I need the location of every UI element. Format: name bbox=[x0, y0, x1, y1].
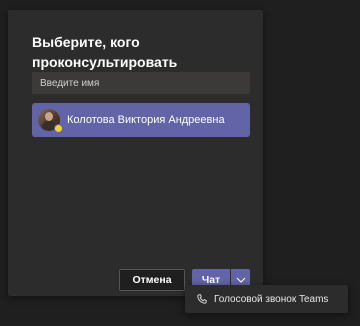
avatar bbox=[38, 109, 63, 133]
contact-result-item[interactable]: Колотова Виктория Андреевна bbox=[32, 103, 250, 137]
dialog-title: Выберите, кого проконсультировать bbox=[32, 34, 178, 70]
chevron-down-icon bbox=[236, 277, 245, 283]
status-away-icon bbox=[54, 124, 63, 133]
avatar-head bbox=[45, 112, 53, 121]
phone-icon bbox=[197, 294, 207, 304]
dropdown-menu: Голосовой звонок Teams bbox=[185, 285, 348, 313]
cancel-button[interactable]: Отмена bbox=[119, 269, 185, 291]
menu-item-label: Голосовой звонок Teams bbox=[214, 293, 329, 305]
search-placeholder: Введите имя bbox=[40, 77, 100, 89]
menu-item-teams-call[interactable]: Голосовой звонок Teams bbox=[197, 294, 328, 305]
name-search-input[interactable]: Введите имя bbox=[32, 72, 250, 94]
contact-name: Колотова Виктория Андреевна bbox=[67, 114, 225, 126]
consult-dialog: Выберите, кого проконсультировать Введит… bbox=[8, 10, 263, 296]
